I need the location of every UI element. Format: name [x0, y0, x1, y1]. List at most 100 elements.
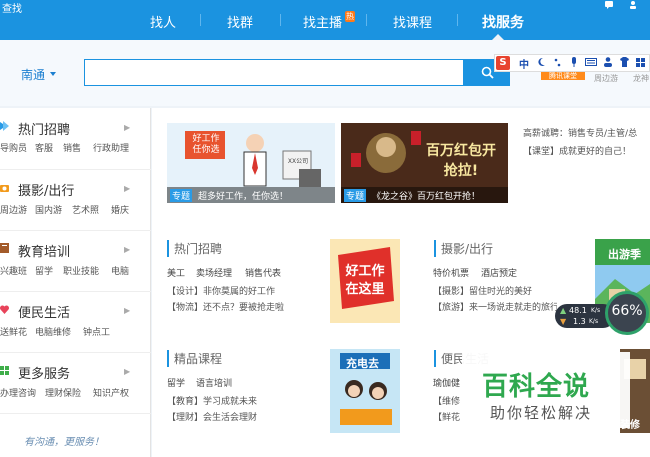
keyboard-icon[interactable]	[585, 56, 597, 71]
news-link[interactable]: 【维修	[433, 394, 460, 407]
nav-find-courses[interactable]: 找课程	[393, 12, 432, 31]
message-icon[interactable]	[604, 0, 614, 10]
keyword-link[interactable]: 销售代表	[245, 266, 281, 279]
news-link[interactable]: 【摄影】留住时光的美好	[433, 284, 532, 297]
moon-icon[interactable]	[537, 56, 547, 71]
sidebar-sub-link[interactable]: 行政助理	[93, 141, 129, 154]
sidebar-sub-link[interactable]: 钟点工	[83, 325, 110, 338]
search-input[interactable]	[84, 59, 464, 86]
tencent-class-badge[interactable]: 腾讯课堂	[541, 71, 585, 80]
banner-art-text: 百万红包开抢拉!	[426, 143, 496, 179]
download-arrow-icon: ▼	[560, 317, 567, 326]
chevron-right-icon: ▶	[124, 123, 131, 132]
microphone-icon[interactable]	[569, 56, 579, 71]
sidebar-item-education[interactable]: 教育培训 ▶ 兴趣班 留学 职业技能 电脑	[0, 231, 151, 292]
person-icon[interactable]	[603, 56, 613, 71]
section-title-jobs: 热门招聘	[167, 240, 222, 257]
dot-punct-icon[interactable]	[553, 56, 563, 71]
sidebar-sub-link[interactable]: 知识产权	[93, 386, 129, 399]
poster-jobs[interactable]: 好工作在这里	[330, 239, 400, 323]
sidebar-sub-link[interactable]: 国内游	[35, 203, 62, 216]
keyword-link[interactable]: 美工	[167, 266, 185, 279]
ime-toolbar: S 中	[494, 54, 650, 72]
keyword-link[interactable]: 留学	[167, 376, 185, 389]
top-nav-bar: 查找 找人 找群 找主播 热 找课程 找服务	[0, 0, 650, 40]
keyword-link[interactable]: 语言培训	[196, 376, 232, 389]
chevron-right-icon: ▶	[124, 367, 131, 376]
sidebar-sub-link[interactable]: 职业技能	[63, 264, 99, 277]
sidebar-sub-link[interactable]: 导购员	[0, 141, 27, 154]
category-sidebar: 热门招聘 ▶ 导购员 客服 销售 行政助理 摄影/出行 ▶ 周边游 国内游 艺术…	[0, 108, 151, 457]
keyword-link[interactable]: 酒店预定	[481, 266, 517, 279]
sidebar-sub-link[interactable]: 婚庆	[111, 203, 129, 216]
memory-percent: 66%	[611, 303, 643, 319]
sidebar-item-jobs[interactable]: 热门招聘 ▶ 导购员 客服 销售 行政助理	[0, 108, 151, 170]
news-link[interactable]: 【旅游】来一场说走就走的旅行	[433, 300, 557, 313]
nav-find-people[interactable]: 找人	[150, 12, 176, 31]
banner-caption-bar: 专题 《龙之谷》百万红包开抢！	[341, 187, 508, 203]
news-link[interactable]: 【设计】非你莫属的好工作	[167, 284, 275, 297]
grid-icon	[0, 366, 9, 375]
sidebar-sub-link[interactable]: 送鲜花	[0, 325, 27, 338]
search-icon	[481, 66, 494, 79]
banner-sign-text: XX公司	[287, 158, 309, 165]
diamond-icon	[0, 121, 9, 131]
network-speed-widget[interactable]: ▲ 48.1 K/s ▼ 1.3 K/s 66%	[555, 291, 650, 335]
chevron-down-icon[interactable]	[50, 72, 56, 76]
sidebar-item-more[interactable]: 更多服务 ▶ 办理咨询 理财保险 知识产权	[0, 353, 151, 414]
sidebar-sub-link[interactable]: 办理咨询	[0, 386, 36, 399]
book-icon	[0, 243, 9, 253]
banner-art-text: 好工作任你选	[192, 134, 220, 155]
sidebar-sub-link[interactable]: 电脑	[111, 264, 129, 277]
sidebar-item-photo-travel[interactable]: 摄影/出行 ▶ 周边游 国内游 艺术照 婚庆	[0, 170, 151, 231]
upload-speed: 48.1	[569, 306, 587, 315]
sidebar-item-title: 教育培训	[18, 245, 71, 260]
sogou-logo[interactable]: S	[496, 56, 510, 70]
keyword-link[interactable]: 瑜伽健	[433, 376, 460, 389]
sidebar-sub-link[interactable]: 电脑维修	[35, 325, 71, 338]
news-link[interactable]: 【理财】会生活会理财	[167, 410, 257, 423]
nav-find-services[interactable]: 找服务	[482, 12, 524, 32]
sidebar-sub-link[interactable]: 艺术照	[72, 203, 99, 216]
link-nearby-travel[interactable]: 周边游	[594, 73, 618, 84]
heart-icon	[0, 305, 9, 314]
sidebar-sub-link[interactable]: 客服	[35, 141, 53, 154]
info-link[interactable]: 高薪诚聘：销售专员/主管/总	[523, 126, 637, 139]
chevron-right-icon: ▶	[124, 245, 131, 254]
camera-icon	[0, 185, 9, 192]
poster-text: 好工作在这里	[345, 264, 385, 297]
sidebar-sub-link[interactable]: 销售	[63, 141, 81, 154]
app-title: 查找	[2, 4, 22, 15]
sidebar-sub-link[interactable]: 留学	[35, 264, 53, 277]
city-selector[interactable]: 南通	[21, 66, 45, 83]
poster-text: 出游季	[608, 248, 641, 261]
topic-tag: 专题	[344, 189, 367, 202]
sidebar-item-title: 更多服务	[18, 367, 71, 382]
grid-icon[interactable]	[636, 56, 646, 71]
shirt-icon[interactable]	[619, 56, 630, 71]
link-dragon[interactable]: 龙神	[633, 73, 649, 84]
keyword-link[interactable]: 卖场经理	[196, 266, 232, 279]
news-link[interactable]: 【教育】学习成就未来	[167, 394, 257, 407]
nav-find-groups[interactable]: 找群	[227, 12, 253, 31]
upload-arrow-icon: ▲	[560, 306, 567, 315]
nav-divider	[280, 14, 281, 26]
banner-dragon-nest[interactable]: 百万红包开抢拉! 专题 《龙之谷》百万红包开抢！	[341, 123, 508, 203]
sidebar-item-title: 热门招聘	[18, 123, 71, 138]
sidebar-sub-link[interactable]: 周边游	[0, 203, 27, 216]
nav-find-streamers[interactable]: 找主播	[303, 12, 342, 31]
sidebar-item-life[interactable]: 便民生活 ▶ 送鲜花 电脑维修 钟点工	[0, 292, 151, 353]
keyword-link[interactable]: 特价机票	[433, 266, 469, 279]
news-link[interactable]: 【鲜花	[433, 410, 460, 423]
watermark-title: 百科全说	[482, 372, 591, 402]
person-menu-icon[interactable]	[628, 0, 638, 10]
ime-mode-toggle[interactable]: 中	[519, 56, 529, 71]
info-link[interactable]: 【课堂】成就更好的自己！	[523, 144, 631, 157]
nav-divider	[366, 14, 367, 26]
poster-courses[interactable]: 充电去	[330, 349, 400, 433]
sidebar-sub-link[interactable]: 理财保险	[45, 386, 81, 399]
sidebar-sub-link[interactable]: 兴趣班	[0, 264, 27, 277]
news-link[interactable]: 【物流】还不点？要被抢走啦	[167, 300, 284, 313]
chevron-right-icon: ▶	[124, 184, 131, 193]
banner-jobs[interactable]: 好工作任你选 XX公司 专题 超多好工作，任你选！	[167, 123, 335, 203]
